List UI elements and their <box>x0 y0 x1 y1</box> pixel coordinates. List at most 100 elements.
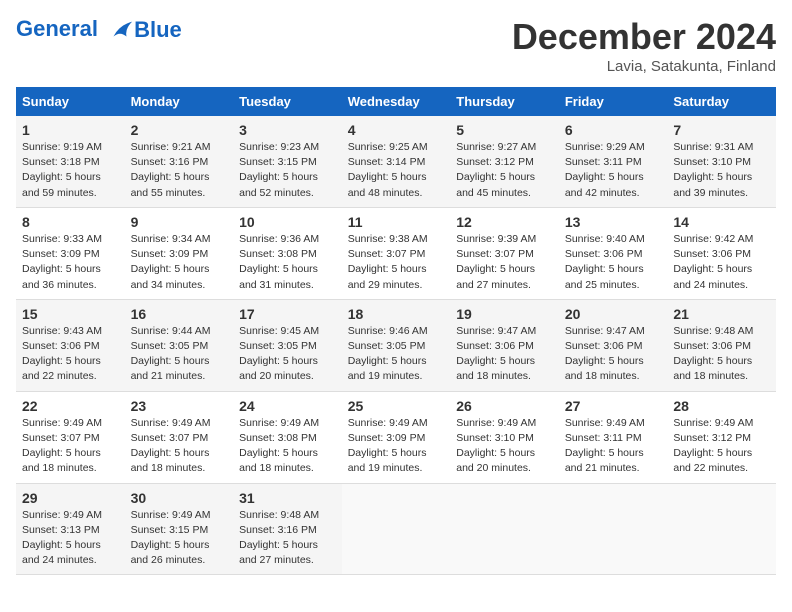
day-number: 24 <box>239 398 336 414</box>
month-title: December 2024 <box>512 16 776 58</box>
day-info: Sunrise: 9:23 AMSunset: 3:15 PMDaylight:… <box>239 140 336 201</box>
day-cell: 30 Sunrise: 9:49 AMSunset: 3:15 PMDayligh… <box>125 483 234 575</box>
col-header-sunday: Sunday <box>16 87 125 116</box>
day-info: Sunrise: 9:21 AMSunset: 3:16 PMDaylight:… <box>131 140 228 201</box>
day-cell: 18 Sunrise: 9:46 AMSunset: 3:05 PMDayligh… <box>342 299 451 391</box>
day-number: 7 <box>673 122 770 138</box>
day-cell: 20Sunrise: 9:47 AMSunset: 3:06 PMDayligh… <box>559 299 668 391</box>
day-cell: 9 Sunrise: 9:34 AMSunset: 3:09 PMDaylight… <box>125 207 234 299</box>
day-number: 9 <box>131 214 228 230</box>
header-row: SundayMondayTuesdayWednesdayThursdayFrid… <box>16 87 776 116</box>
location: Lavia, Satakunta, Finland <box>512 58 776 75</box>
day-info: Sunrise: 9:42 AMSunset: 3:06 PMDaylight:… <box>673 232 770 293</box>
day-info: Sunrise: 9:49 AMSunset: 3:13 PMDaylight:… <box>22 508 119 569</box>
day-number: 17 <box>239 306 336 322</box>
day-cell: 24 Sunrise: 9:49 AMSunset: 3:08 PMDayligh… <box>233 391 342 483</box>
day-cell <box>559 483 668 575</box>
week-row-5: 29 Sunrise: 9:49 AMSunset: 3:13 PMDayligh… <box>16 483 776 575</box>
day-number: 23 <box>131 398 228 414</box>
col-header-monday: Monday <box>125 87 234 116</box>
day-number: 4 <box>348 122 445 138</box>
logo-text-general: General <box>16 16 98 41</box>
day-number: 18 <box>348 306 445 322</box>
day-info: Sunrise: 9:39 AMSunset: 3:07 PMDaylight:… <box>456 232 553 293</box>
day-info: Sunrise: 9:29 AMSunset: 3:11 PMDaylight:… <box>565 140 662 201</box>
day-number: 1 <box>22 122 119 138</box>
day-number: 30 <box>131 490 228 506</box>
day-cell: 22 Sunrise: 9:49 AMSunset: 3:07 PMDayligh… <box>16 391 125 483</box>
day-cell: 10 Sunrise: 9:36 AMSunset: 3:08 PMDayligh… <box>233 207 342 299</box>
day-number: 2 <box>131 122 228 138</box>
day-cell: 29 Sunrise: 9:49 AMSunset: 3:13 PMDayligh… <box>16 483 125 575</box>
day-cell: 14Sunrise: 9:42 AMSunset: 3:06 PMDayligh… <box>667 207 776 299</box>
week-row-2: 8 Sunrise: 9:33 AMSunset: 3:09 PMDaylight… <box>16 207 776 299</box>
day-info: Sunrise: 9:45 AMSunset: 3:05 PMDaylight:… <box>239 324 336 385</box>
day-cell: 6Sunrise: 9:29 AMSunset: 3:11 PMDaylight… <box>559 116 668 207</box>
day-cell: 15 Sunrise: 9:43 AMSunset: 3:06 PMDayligh… <box>16 299 125 391</box>
day-number: 26 <box>456 398 553 414</box>
day-cell: 23 Sunrise: 9:49 AMSunset: 3:07 PMDayligh… <box>125 391 234 483</box>
day-info: Sunrise: 9:49 AMSunset: 3:09 PMDaylight:… <box>348 416 445 477</box>
title-area: December 2024 Lavia, Satakunta, Finland <box>512 16 776 75</box>
col-header-friday: Friday <box>559 87 668 116</box>
day-info: Sunrise: 9:33 AMSunset: 3:09 PMDaylight:… <box>22 232 119 293</box>
day-info: Sunrise: 9:25 AMSunset: 3:14 PMDaylight:… <box>348 140 445 201</box>
day-info: Sunrise: 9:49 AMSunset: 3:11 PMDaylight:… <box>565 416 662 477</box>
day-info: Sunrise: 9:47 AMSunset: 3:06 PMDaylight:… <box>456 324 553 385</box>
week-row-4: 22 Sunrise: 9:49 AMSunset: 3:07 PMDayligh… <box>16 391 776 483</box>
day-info: Sunrise: 9:49 AMSunset: 3:15 PMDaylight:… <box>131 508 228 569</box>
day-cell: 12 Sunrise: 9:39 AMSunset: 3:07 PMDayligh… <box>450 207 559 299</box>
day-cell <box>667 483 776 575</box>
day-info: Sunrise: 9:49 AMSunset: 3:10 PMDaylight:… <box>456 416 553 477</box>
logo: General Blue <box>16 16 182 44</box>
day-info: Sunrise: 9:46 AMSunset: 3:05 PMDaylight:… <box>348 324 445 385</box>
day-info: Sunrise: 9:43 AMSunset: 3:06 PMDaylight:… <box>22 324 119 385</box>
day-info: Sunrise: 9:27 AMSunset: 3:12 PMDaylight:… <box>456 140 553 201</box>
day-number: 29 <box>22 490 119 506</box>
day-number: 12 <box>456 214 553 230</box>
calendar-table: SundayMondayTuesdayWednesdayThursdayFrid… <box>16 87 776 575</box>
day-number: 27 <box>565 398 662 414</box>
day-number: 3 <box>239 122 336 138</box>
day-cell: 27 Sunrise: 9:49 AMSunset: 3:11 PMDayligh… <box>559 391 668 483</box>
day-number: 10 <box>239 214 336 230</box>
day-number: 25 <box>348 398 445 414</box>
day-info: Sunrise: 9:48 AMSunset: 3:16 PMDaylight:… <box>239 508 336 569</box>
day-number: 28 <box>673 398 770 414</box>
day-cell: 28Sunrise: 9:49 AMSunset: 3:12 PMDayligh… <box>667 391 776 483</box>
day-info: Sunrise: 9:49 AMSunset: 3:07 PMDaylight:… <box>131 416 228 477</box>
day-info: Sunrise: 9:36 AMSunset: 3:08 PMDaylight:… <box>239 232 336 293</box>
day-info: Sunrise: 9:34 AMSunset: 3:09 PMDaylight:… <box>131 232 228 293</box>
day-cell: 17 Sunrise: 9:45 AMSunset: 3:05 PMDayligh… <box>233 299 342 391</box>
header: General Blue December 2024 Lavia, Sataku… <box>16 16 776 75</box>
day-cell: 16 Sunrise: 9:44 AMSunset: 3:05 PMDayligh… <box>125 299 234 391</box>
day-number: 22 <box>22 398 119 414</box>
day-info: Sunrise: 9:44 AMSunset: 3:05 PMDaylight:… <box>131 324 228 385</box>
day-cell: 11Sunrise: 9:38 AMSunset: 3:07 PMDayligh… <box>342 207 451 299</box>
day-cell: 2 Sunrise: 9:21 AMSunset: 3:16 PMDaylight… <box>125 116 234 207</box>
day-cell: 26 Sunrise: 9:49 AMSunset: 3:10 PMDayligh… <box>450 391 559 483</box>
day-cell: 7Sunrise: 9:31 AMSunset: 3:10 PMDaylight… <box>667 116 776 207</box>
col-header-saturday: Saturday <box>667 87 776 116</box>
day-cell <box>342 483 451 575</box>
col-header-wednesday: Wednesday <box>342 87 451 116</box>
day-number: 21 <box>673 306 770 322</box>
logo-bird-icon <box>106 16 134 44</box>
day-number: 13 <box>565 214 662 230</box>
col-header-tuesday: Tuesday <box>233 87 342 116</box>
day-info: Sunrise: 9:47 AMSunset: 3:06 PMDaylight:… <box>565 324 662 385</box>
day-number: 11 <box>348 214 445 230</box>
day-number: 15 <box>22 306 119 322</box>
day-cell: 31 Sunrise: 9:48 AMSunset: 3:16 PMDayligh… <box>233 483 342 575</box>
day-number: 16 <box>131 306 228 322</box>
day-cell: 8 Sunrise: 9:33 AMSunset: 3:09 PMDaylight… <box>16 207 125 299</box>
day-cell: 3 Sunrise: 9:23 AMSunset: 3:15 PMDaylight… <box>233 116 342 207</box>
day-info: Sunrise: 9:49 AMSunset: 3:07 PMDaylight:… <box>22 416 119 477</box>
day-cell <box>450 483 559 575</box>
day-number: 31 <box>239 490 336 506</box>
day-info: Sunrise: 9:49 AMSunset: 3:08 PMDaylight:… <box>239 416 336 477</box>
day-number: 8 <box>22 214 119 230</box>
day-info: Sunrise: 9:48 AMSunset: 3:06 PMDaylight:… <box>673 324 770 385</box>
week-row-3: 15 Sunrise: 9:43 AMSunset: 3:06 PMDayligh… <box>16 299 776 391</box>
week-row-1: 1Sunrise: 9:19 AMSunset: 3:18 PMDaylight… <box>16 116 776 207</box>
